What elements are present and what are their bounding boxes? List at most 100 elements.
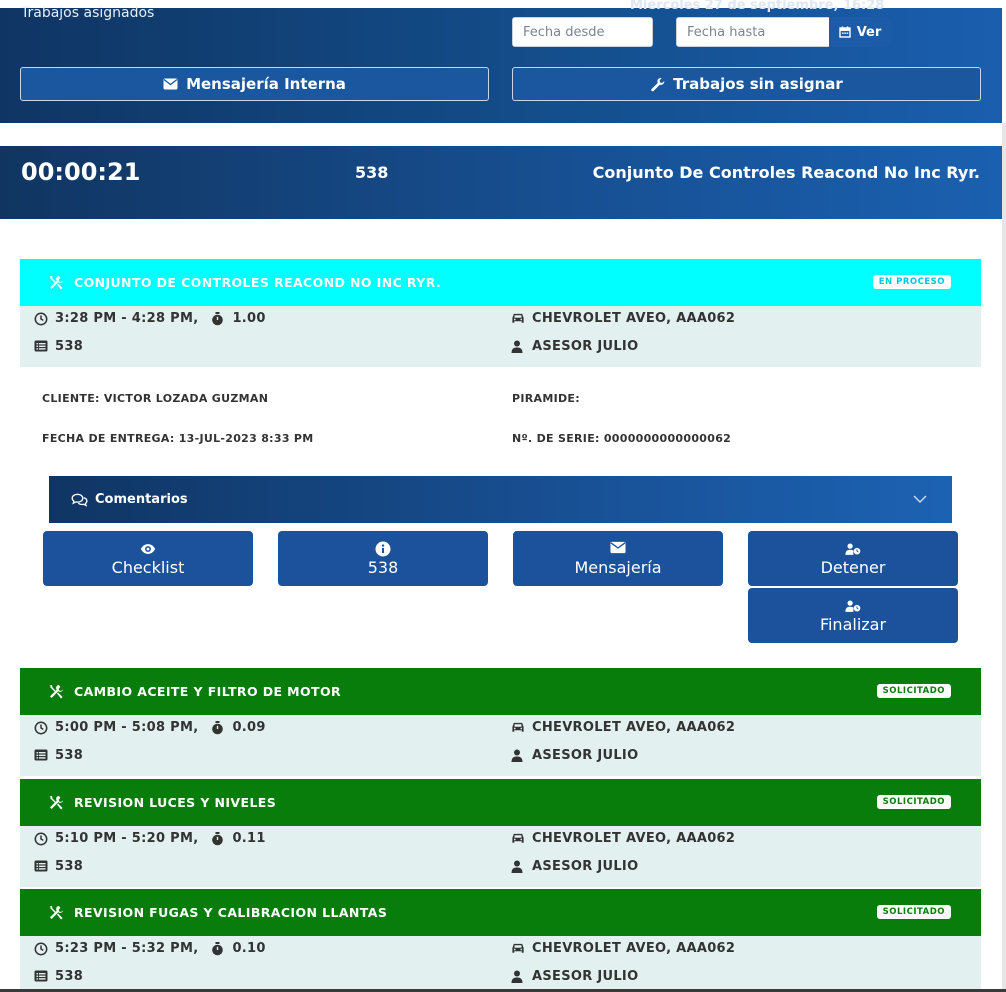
timer-bar: 00:00:21 538 Conjunto De Controles Reaco…: [0, 146, 1002, 219]
comments-label: Comentarios: [95, 492, 188, 507]
elapsed-timer: 00:00:21: [21, 158, 141, 186]
job-title: CAMBIO ACEITE Y FILTRO DE MOTOR: [74, 684, 342, 699]
duration: 0.09: [232, 720, 266, 735]
timer-job-description: Conjunto De Controles Reacond No Inc Ryr…: [592, 163, 980, 182]
page-title: Trabajos asignados: [21, 5, 155, 21]
user-icon: [511, 340, 525, 354]
active-job-title: CONJUNTO DE CONTROLES REACOND NO INC RYR…: [74, 275, 442, 290]
vehicle: CHEVROLET AVEO, AAA062: [532, 941, 736, 956]
list-icon: [34, 340, 48, 354]
messaging-label: Mensajería: [574, 557, 662, 577]
job-summary: 5:10 PM - 5:20 PM, 0.11 538 CHEVROLET AV…: [20, 826, 981, 887]
internal-messaging-button[interactable]: Mensajería Interna: [20, 67, 489, 101]
status-badge: SOLICITADO: [876, 795, 951, 809]
tools-icon: [48, 905, 64, 921]
envelope-icon: [163, 78, 178, 90]
clock-icon: [34, 312, 48, 326]
stop-button[interactable]: Detener: [748, 531, 958, 586]
job-title: REVISION LUCES Y NIVELES: [74, 795, 277, 810]
job-title: REVISION FUGAS Y CALIBRACION LLANTAS: [74, 905, 388, 920]
duration: 0.10: [232, 941, 266, 956]
duration: 0.11: [232, 831, 266, 846]
active-job-header[interactable]: CONJUNTO DE CONTROLES REACOND NO INC RYR…: [20, 259, 981, 306]
eye-icon: [140, 541, 156, 557]
internal-messaging-label: Mensajería Interna: [186, 75, 346, 93]
time-range: 5:00 PM - 5:08 PM,: [55, 720, 199, 735]
status-badge: SOLICITADO: [876, 684, 951, 698]
top-header: Trabajos asignados Miércoles 27 de septi…: [0, 0, 1002, 123]
finish-label: Finalizar: [819, 614, 887, 634]
job-header[interactable]: CAMBIO ACEITE Y FILTRO DE MOTOR SOLICITA…: [20, 668, 981, 715]
checklist-label: Checklist: [111, 557, 185, 577]
job-header[interactable]: REVISION FUGAS Y CALIBRACION LLANTAS SOL…: [20, 889, 981, 936]
advisor: ASESOR JULIO: [532, 748, 639, 763]
order-number: 538: [55, 748, 84, 763]
chevron-down-icon: [913, 495, 927, 504]
advisor: ASESOR JULIO: [532, 859, 639, 874]
comments-icon: [71, 493, 88, 507]
envelope-icon: [610, 541, 626, 557]
order-info-button[interactable]: 538: [278, 531, 488, 586]
car-icon: [511, 832, 525, 846]
tools-icon: [48, 795, 64, 811]
unassigned-jobs-button[interactable]: Trabajos sin asignar: [512, 67, 981, 101]
tools-icon: [48, 275, 64, 291]
stop-label: Detener: [820, 557, 886, 577]
stopwatch-icon: [211, 720, 225, 735]
order-number: 538: [55, 859, 84, 874]
timer-order-code: 538: [355, 163, 389, 182]
clock-icon: [34, 942, 48, 956]
ver-button[interactable]: Ver: [829, 17, 891, 47]
messaging-button[interactable]: Mensajería: [513, 531, 723, 586]
order-info-label: 538: [367, 557, 399, 577]
user-icon: [511, 749, 525, 763]
stopwatch-icon: [211, 311, 225, 326]
tools-icon: [48, 684, 64, 700]
unassigned-jobs-label: Trabajos sin asignar: [673, 75, 843, 93]
clock-icon: [34, 832, 48, 846]
time-range: 5:23 PM - 5:32 PM,: [55, 941, 199, 956]
job-header[interactable]: REVISION LUCES Y NIVELES SOLICITADO: [20, 779, 981, 826]
client-name: CLIENTE: VICTOR LOZADA GUZMAN: [42, 392, 269, 405]
calendar-icon: [839, 26, 851, 38]
order-number: 538: [55, 339, 84, 354]
pyramid: PIRAMIDE:: [512, 392, 580, 405]
list-icon: [34, 970, 48, 984]
list-icon: [34, 860, 48, 874]
vehicle: CHEVROLET AVEO, AAA062: [532, 720, 736, 735]
finish-button[interactable]: Finalizar: [748, 588, 958, 643]
order-number: 538: [55, 969, 84, 984]
list-icon: [34, 749, 48, 763]
status-badge: SOLICITADO: [876, 905, 951, 919]
current-date: Miércoles 27 de septiembre, 16:28: [630, 0, 885, 13]
date-from-input[interactable]: Fecha desde: [512, 17, 653, 47]
time-range: 5:10 PM - 5:20 PM,: [55, 831, 199, 846]
advisor: ASESOR JULIO: [532, 969, 639, 984]
user-clock-icon: [845, 598, 861, 614]
page: Trabajos asignados Miércoles 27 de septi…: [0, 0, 1006, 992]
user-icon: [511, 860, 525, 874]
scrollbar[interactable]: [1002, 123, 1006, 992]
duration: 1.00: [232, 311, 266, 326]
stopwatch-icon: [211, 831, 225, 846]
wrench-icon: [651, 77, 665, 91]
comments-accordion[interactable]: Comentarios: [49, 476, 952, 523]
vehicle: CHEVROLET AVEO, AAA062: [532, 831, 736, 846]
checklist-button[interactable]: Checklist: [43, 531, 253, 586]
job-summary: 5:00 PM - 5:08 PM, 0.09 538 CHEVROLET AV…: [20, 715, 981, 776]
stopwatch-icon: [211, 941, 225, 956]
date-to-input[interactable]: Fecha hasta: [676, 17, 830, 47]
delivery-date: FECHA DE ENTREGA: 13-JUL-2023 8:33 PM: [42, 432, 314, 445]
clock-icon: [34, 721, 48, 735]
advisor: ASESOR JULIO: [532, 339, 639, 354]
user-icon: [511, 970, 525, 984]
ver-label: Ver: [856, 24, 882, 40]
car-icon: [511, 942, 525, 956]
user-clock-icon: [845, 541, 861, 557]
serial-number: Nº. DE SERIE: 0000000000000062: [512, 432, 732, 445]
active-job-summary: 3:28 PM - 4:28 PM, 1.00 538 CHEVROLET AV…: [20, 306, 981, 367]
status-badge: EN PROCESO: [872, 275, 951, 289]
car-icon: [511, 721, 525, 735]
info-icon: [375, 541, 391, 557]
vehicle: CHEVROLET AVEO, AAA062: [532, 311, 736, 326]
